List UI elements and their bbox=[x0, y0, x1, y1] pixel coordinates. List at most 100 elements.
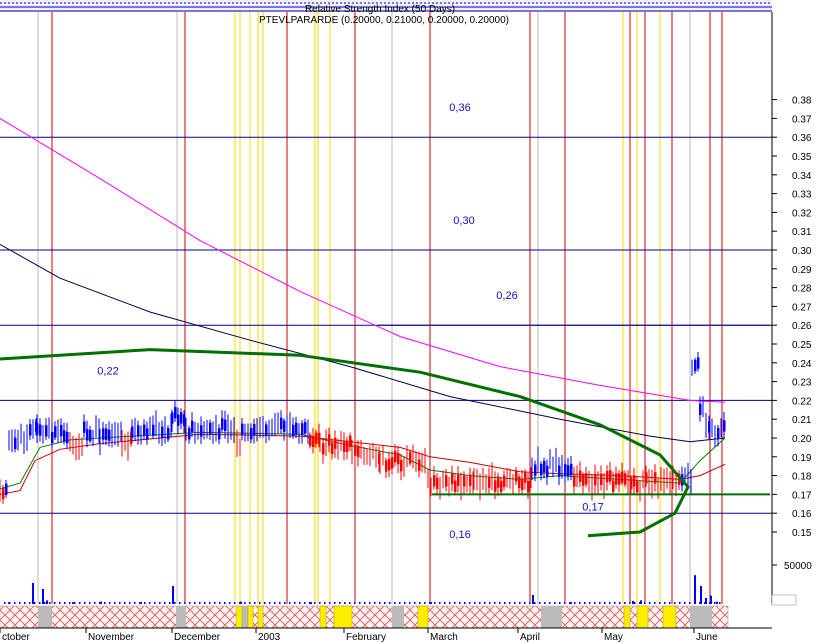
volume-tick bbox=[194, 602, 196, 604]
price-body bbox=[209, 422, 212, 435]
price-body bbox=[609, 470, 612, 482]
price-body bbox=[29, 424, 32, 436]
volume-tick bbox=[214, 602, 216, 604]
volume-tick bbox=[674, 602, 676, 604]
price-body bbox=[385, 460, 388, 472]
volume-tick bbox=[259, 602, 261, 604]
y-tick-label-2: 0.36 bbox=[792, 133, 812, 144]
calendar-yellow-0 bbox=[235, 605, 243, 629]
price-body bbox=[354, 444, 357, 456]
volume-tick bbox=[379, 602, 381, 604]
volume-bar-16 bbox=[700, 586, 702, 604]
volume-tick bbox=[609, 602, 611, 604]
calendar-yellow-2 bbox=[257, 605, 264, 629]
volume-tick bbox=[139, 602, 141, 604]
volume-tick bbox=[54, 602, 56, 604]
volume-tick bbox=[339, 602, 341, 604]
volume-tick bbox=[619, 602, 621, 604]
price-body bbox=[301, 423, 304, 435]
calendar-strip bbox=[0, 605, 729, 629]
x-label-8: June bbox=[696, 632, 718, 643]
volume-tick bbox=[294, 602, 296, 604]
price-body bbox=[457, 474, 460, 486]
price-body bbox=[2, 487, 5, 500]
volume-bar-11 bbox=[532, 595, 534, 604]
price-body bbox=[66, 432, 69, 444]
price-body bbox=[418, 459, 421, 471]
price-body bbox=[86, 429, 89, 441]
price-body bbox=[280, 417, 283, 429]
y-tick-label-12: 0.26 bbox=[792, 321, 812, 332]
price-body bbox=[582, 474, 585, 486]
price-body bbox=[445, 475, 448, 487]
price-body bbox=[200, 425, 203, 437]
volume-tick bbox=[79, 602, 81, 604]
price-body bbox=[645, 472, 648, 484]
volume-axis-box bbox=[771, 594, 797, 606]
calendar-yellow-5 bbox=[417, 605, 429, 629]
volume-bar-3 bbox=[46, 600, 48, 604]
volume-tick bbox=[14, 602, 16, 604]
volume-tick bbox=[434, 602, 436, 604]
x-label-1: November bbox=[88, 632, 135, 643]
price-body bbox=[180, 412, 183, 424]
volume-tick bbox=[509, 602, 511, 604]
y-tick-label-10: 0.28 bbox=[792, 284, 812, 295]
volume-tick bbox=[624, 602, 626, 604]
y-tick-label-16: 0.22 bbox=[792, 396, 812, 407]
volume-tick bbox=[119, 602, 121, 604]
price-body bbox=[309, 434, 312, 446]
level-label-1: 0,30 bbox=[453, 215, 474, 227]
volume-tick bbox=[229, 602, 231, 604]
volume-tick bbox=[189, 602, 191, 604]
volume-tick bbox=[404, 602, 406, 604]
volume-tick bbox=[679, 602, 681, 604]
y-tick-label-7: 0.31 bbox=[792, 227, 812, 238]
y-tick-label-13: 0.25 bbox=[792, 340, 812, 351]
price-body bbox=[524, 471, 527, 483]
price-body bbox=[618, 473, 621, 485]
volume-tick bbox=[414, 602, 416, 604]
price-body bbox=[346, 440, 349, 452]
volume-tick bbox=[24, 602, 26, 604]
price-body bbox=[143, 424, 146, 436]
volume-tick bbox=[9, 602, 11, 604]
x-label-5: March bbox=[430, 632, 458, 643]
price-body bbox=[630, 477, 633, 489]
volume-tick bbox=[474, 602, 476, 604]
price-body bbox=[497, 476, 500, 488]
volume-tick bbox=[349, 602, 351, 604]
volume-tick bbox=[514, 602, 516, 604]
price-body bbox=[594, 473, 597, 486]
price-body bbox=[521, 478, 524, 490]
price-body bbox=[292, 424, 295, 437]
price-body bbox=[391, 457, 394, 469]
volume-tick bbox=[99, 602, 101, 604]
volume-tick bbox=[134, 602, 136, 604]
y-tick-label-11: 0.27 bbox=[792, 302, 812, 313]
volume-tick bbox=[534, 602, 536, 604]
price-body bbox=[331, 442, 334, 455]
price-body bbox=[488, 476, 491, 488]
volume-tick bbox=[249, 602, 251, 604]
y-tick-label-1: 0.37 bbox=[792, 114, 812, 125]
price-body bbox=[83, 421, 86, 433]
price-body bbox=[567, 465, 570, 477]
volume-tick bbox=[59, 602, 61, 604]
volume-tick bbox=[224, 602, 226, 604]
volume-tick bbox=[74, 602, 76, 604]
calendar-yellow-8 bbox=[662, 605, 677, 629]
volume-tick bbox=[489, 602, 491, 604]
volume-tick bbox=[384, 602, 386, 604]
price-body bbox=[621, 471, 624, 483]
price-body bbox=[322, 443, 325, 455]
price-body bbox=[102, 428, 105, 440]
volume-tick bbox=[594, 602, 596, 604]
volume-tick bbox=[409, 602, 411, 604]
price-body bbox=[697, 357, 700, 369]
volume-tick bbox=[34, 602, 36, 604]
volume-tick bbox=[304, 602, 306, 604]
volume-tick bbox=[494, 602, 496, 604]
price-body bbox=[433, 475, 436, 487]
price-body bbox=[36, 423, 39, 435]
